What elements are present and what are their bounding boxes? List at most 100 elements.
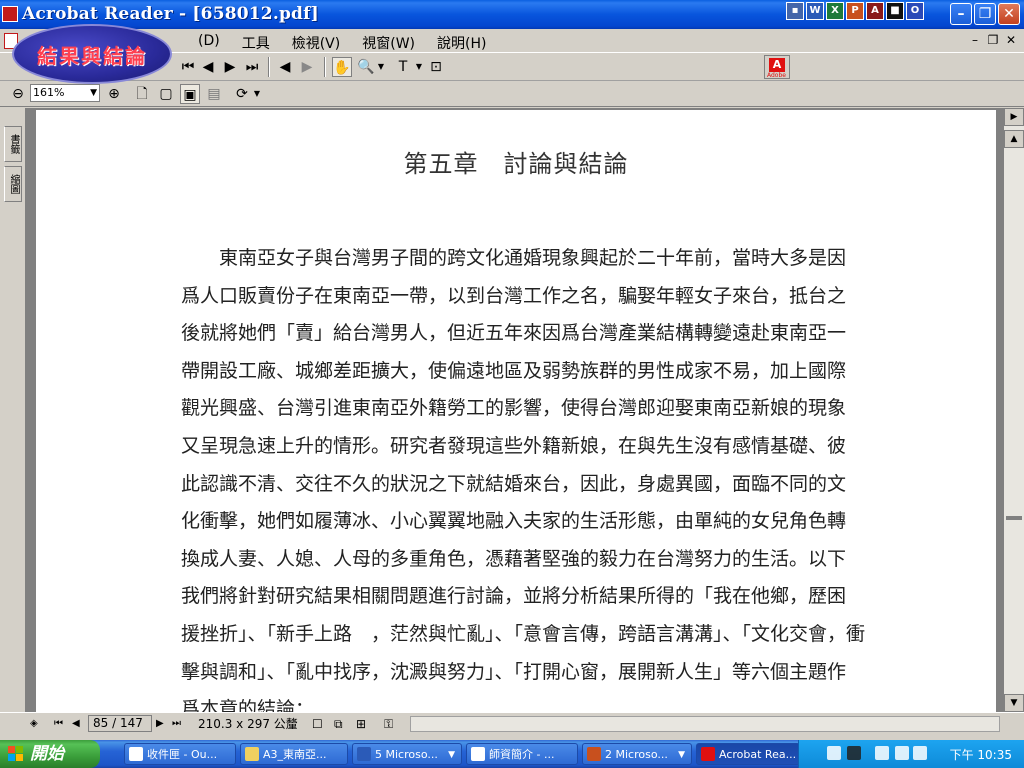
text-line: 援挫折」、「新手上路 ，茫然與忙亂」、「意會言傳，跨語言溝溝」、「文化交會，衝 — [181, 622, 866, 645]
browser-icon — [471, 747, 485, 761]
menu-window[interactable]: 視窗(W) — [354, 33, 423, 53]
tab-bookmarks[interactable]: 書籤 — [4, 126, 22, 162]
chapter-badge-overlay: 結果與結論 — [12, 24, 172, 84]
outlook-icon[interactable]: O — [906, 2, 924, 20]
office-shortcut-bar: ▪ W X P A ■ O — [786, 2, 924, 20]
toolbar-separator — [268, 57, 270, 77]
first-page-icon[interactable]: ⏮ — [180, 57, 196, 77]
task-word[interactable]: 5 Microso... ▼ — [352, 743, 462, 765]
status-first-page-icon[interactable]: ⏮ — [54, 716, 63, 732]
hand-tool-icon[interactable]: ✋ — [332, 57, 352, 77]
text-select-dropdown-icon[interactable]: ▼ — [414, 57, 424, 77]
powerpoint-icon — [587, 747, 601, 761]
keyboard-icon[interactable] — [827, 746, 841, 760]
facing-layout-icon[interactable]: ⊞ — [356, 716, 366, 732]
go-forward-icon[interactable]: ▶ — [298, 57, 316, 77]
chevron-down-icon[interactable]: ▼ — [90, 85, 97, 101]
start-button[interactable]: 開始 — [0, 740, 100, 768]
zoom-out-icon[interactable]: ⊖ — [8, 84, 28, 104]
close-button[interactable]: ✕ — [998, 3, 1020, 25]
task-label: 2 Microso... — [605, 748, 668, 761]
black-square-icon[interactable]: ■ — [886, 2, 904, 20]
fit-page-icon[interactable]: ▢ — [156, 84, 176, 104]
menu-view[interactable]: 檢視(V) — [284, 33, 349, 53]
chevron-down-icon[interactable]: ▼ — [678, 744, 685, 764]
single-page-layout-icon[interactable]: ☐ — [312, 716, 323, 732]
scroll-up-icon[interactable]: ▲ — [1004, 130, 1024, 148]
body-paragraph: 東南亞女子與台灣男子間的跨文化通婚現象興起於二十年前，當時大多是因 爲人口販賣份… — [181, 240, 871, 712]
document-view[interactable]: 第五章 討論與結論 東南亞女子與台灣男子間的跨文化通婚現象興起於二十年前，當時大… — [26, 108, 1004, 712]
menu-document[interactable]: (D) — [190, 33, 228, 53]
snapshot-tool-icon[interactable]: ⊡ — [426, 57, 446, 77]
key-icon[interactable]: ⚿ — [384, 716, 393, 732]
tab-thumbnails[interactable]: 縮圖 — [4, 166, 22, 202]
menu-help[interactable]: 說明(H) — [429, 33, 494, 53]
vertical-scrollbar[interactable]: ▶ ▲ ▼ — [1004, 108, 1024, 712]
help-icon[interactable] — [847, 746, 861, 760]
word-icon — [357, 747, 371, 761]
rotate-view-icon[interactable]: ⟳ — [232, 84, 252, 104]
clock[interactable]: 下午 10:35 — [950, 746, 1012, 763]
acrobat-window: Acrobat Reader - [658012.pdf] ▪ W X P A … — [0, 0, 1024, 740]
chapter-badge-text: 結果與結論 — [37, 44, 147, 68]
volume-icon[interactable] — [913, 746, 927, 760]
status-prev-page-icon[interactable]: ◀ — [72, 716, 80, 732]
status-last-page-icon[interactable]: ⏭ — [172, 716, 181, 732]
expand-pane-icon[interactable]: ◈ — [30, 716, 38, 732]
next-page-icon[interactable]: ▶ — [222, 57, 238, 77]
chevron-down-icon[interactable]: ▼ — [448, 744, 455, 764]
access-icon[interactable]: A — [866, 2, 884, 20]
title-bar[interactable]: Acrobat Reader - [658012.pdf] ▪ W X P A … — [0, 0, 1024, 29]
page-number-field[interactable]: 85 / 147 — [88, 715, 152, 732]
scroll-up-arrow-icon[interactable]: ▶ — [1004, 108, 1024, 126]
rotate-dropdown-icon[interactable]: ▼ — [252, 84, 262, 104]
actual-size-icon[interactable]: 🗋 — [132, 84, 152, 104]
text-line: 我們將針對研究結果相關問題進行討論，並將分析結果所得的「我在他鄉，歷困 — [181, 585, 847, 608]
scroll-thumb[interactable] — [1006, 516, 1022, 520]
adobe-a-icon: A — [769, 58, 785, 72]
adobe-logo[interactable]: A Adobe — [764, 55, 790, 79]
doc-restore-button[interactable]: ❐ — [986, 33, 1000, 47]
task-browser[interactable]: 師資簡介 - ... — [466, 743, 578, 765]
previous-page-icon[interactable]: ◀ — [200, 57, 216, 77]
horizontal-scrollbar[interactable] — [410, 716, 1000, 732]
task-folder[interactable]: A3_東南亞... — [240, 743, 348, 765]
acrobat-app-icon[interactable] — [2, 6, 18, 22]
doc-close-button[interactable]: ✕ — [1004, 33, 1018, 47]
text-line: 擊與調和」、「亂中找序，沈澱與努力」、「打開心窗，展開新人生」等六個主題作 — [181, 660, 847, 683]
doc-minimize-button[interactable]: – — [968, 33, 982, 47]
zoom-level-field[interactable]: 161% ▼ — [30, 84, 100, 102]
menu-items: (D) 工具 檢視(V) 視窗(W) 說明(H) — [190, 33, 500, 53]
text-line: 又呈現急速上升的情形。研究者發現這些外籍新娘，在與先生沒有感情基礎、彼 — [181, 434, 847, 457]
minimize-button[interactable]: – — [950, 3, 972, 25]
fit-visible-icon[interactable]: ▤ — [204, 84, 224, 104]
task-label: 收件匣 - Ou... — [147, 748, 218, 761]
status-next-page-icon[interactable]: ▶ — [156, 716, 164, 732]
tray-expand-icon[interactable] — [875, 746, 889, 760]
task-acrobat[interactable]: Acrobat Rea... — [696, 743, 800, 765]
status-bar: ◈ ⏮ ◀ 85 / 147 ▶ ⏭ 210.3 x 297 公釐 ☐ ⧉ ⊞ … — [0, 712, 1024, 734]
fit-width-icon[interactable]: ▣ — [180, 84, 200, 104]
zoom-level-value: 161% — [33, 86, 65, 99]
text-line: 爲本章的結論： — [181, 698, 315, 712]
word-icon[interactable]: W — [806, 2, 824, 20]
task-powerpoint[interactable]: 2 Microso... ▼ — [582, 743, 692, 765]
task-outlook-inbox[interactable]: 收件匣 - Ou... — [124, 743, 236, 765]
powerpoint-icon[interactable]: P — [846, 2, 864, 20]
menu-tools[interactable]: 工具 — [234, 33, 278, 53]
continuous-layout-icon[interactable]: ⧉ — [334, 716, 343, 732]
windows-flag-icon — [8, 746, 24, 762]
maximize-button[interactable]: ❐ — [974, 3, 996, 25]
last-page-icon[interactable]: ⏭ — [244, 57, 260, 77]
network-icon[interactable] — [895, 746, 909, 760]
scroll-down-icon[interactable]: ▼ — [1004, 694, 1024, 712]
zoom-in-icon[interactable]: ⊕ — [104, 84, 124, 104]
excel-icon[interactable]: X — [826, 2, 844, 20]
start-label: 開始 — [30, 744, 64, 764]
task-label: Acrobat Rea... — [719, 748, 797, 761]
zoom-tool-dropdown-icon[interactable]: ▼ — [376, 57, 386, 77]
office-shortcut-icon[interactable]: ▪ — [786, 2, 804, 20]
go-back-icon[interactable]: ◀ — [276, 57, 294, 77]
zoom-tool-icon[interactable]: 🔍 — [356, 57, 376, 77]
text-select-tool-icon[interactable]: T — [392, 57, 414, 77]
